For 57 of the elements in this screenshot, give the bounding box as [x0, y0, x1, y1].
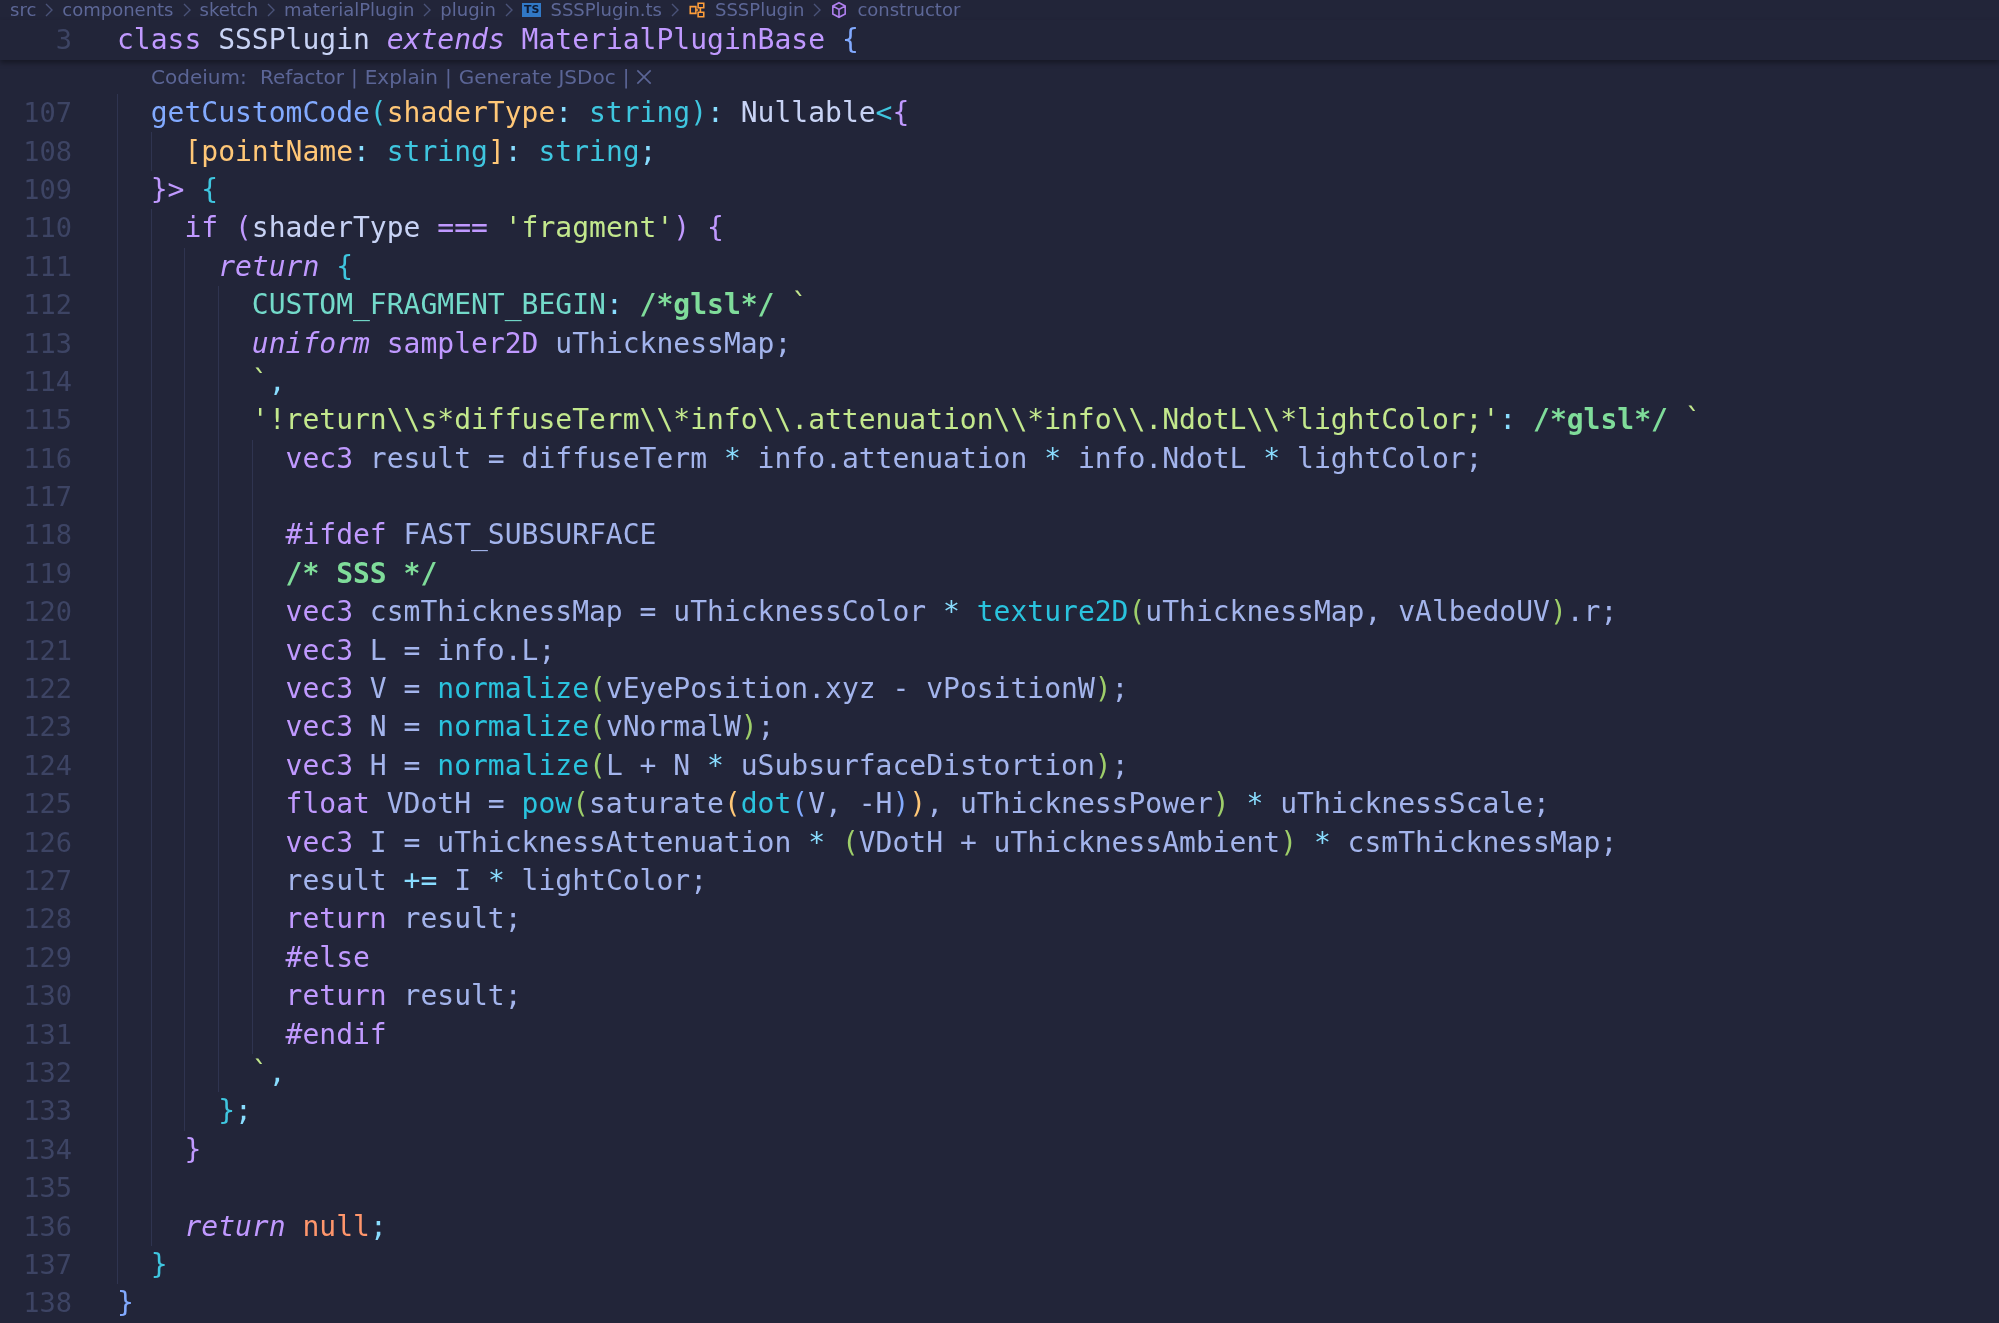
- code-line: /* SSS */: [285, 555, 438, 592]
- breadcrumb-item[interactable]: SSSPlugin.ts: [550, 0, 662, 20]
- code-line: return result;: [285, 978, 522, 1015]
- breadcrumb-item[interactable]: components: [62, 0, 174, 20]
- code-line: class SSSPlugin extends MaterialPluginBase {: [117, 22, 859, 58]
- codelens-action[interactable]: Explain: [364, 65, 438, 89]
- code-line: vec3 csmThicknessMap = uThicknessColor * texture2D(uThicknessMap, vAlbedoUV).r;: [285, 594, 1618, 631]
- code-line: `,: [251, 363, 286, 400]
- cube-icon: [830, 1, 849, 19]
- breadcrumb-item[interactable]: SSSPlugin: [715, 0, 805, 20]
- chevron-icon: [671, 3, 679, 17]
- code-line: }: [117, 1285, 134, 1322]
- code-line: float VDotH = pow(saturate(dot(V, -H)), uThicknessPower) * uThicknessScale;: [285, 786, 1550, 823]
- code-line: }> {: [150, 171, 219, 208]
- code-line: CUSTOM_FRAGMENT_BEGIN: /*glsl*/ `: [251, 287, 809, 324]
- code-line: `,: [251, 1054, 286, 1091]
- chevron-icon: [423, 3, 432, 17]
- code-line: }: [150, 1246, 168, 1283]
- codelens-label: Codeium:: [151, 65, 248, 89]
- code-line: vec3 H = normalize(L + N * uSubsurfaceDistortion);: [285, 747, 1129, 784]
- codelens-separator: |: [444, 65, 452, 89]
- code-line: };: [218, 1093, 252, 1130]
- code-line: vec3 L = info.L;: [285, 632, 556, 669]
- code-line: }: [184, 1131, 202, 1168]
- code-line: vec3 result = diffuseTerm * info.attenuation * info.NdotL * lightColor;: [285, 440, 1483, 477]
- chevron-icon: [813, 3, 822, 17]
- code-line: #ifdef FAST_SUBSURFACE: [285, 517, 657, 554]
- codelens-action[interactable]: Refactor: [260, 65, 344, 89]
- code-line: [pointName: string]: string;: [184, 133, 657, 170]
- code-line: uniform sampler2D uThicknessMap;: [251, 325, 792, 362]
- breadcrumb-item[interactable]: materialPlugin: [284, 0, 415, 20]
- code-line: return result;: [285, 901, 522, 938]
- close-icon[interactable]: [636, 69, 653, 85]
- breadcrumb-item[interactable]: plugin: [440, 0, 496, 20]
- codelens-separator: |: [350, 65, 358, 89]
- code-line: return null;: [184, 1208, 387, 1245]
- breadcrumb-item[interactable]: src: [10, 0, 37, 20]
- chevron-icon: [267, 3, 276, 17]
- breadcrumb-item[interactable]: sketch: [199, 0, 259, 20]
- chevron-icon: [182, 3, 191, 17]
- code-line: result += I * lightColor;: [285, 863, 708, 899]
- code-line: return {: [218, 248, 353, 285]
- typescript-file-icon: TS: [522, 3, 542, 17]
- class-icon: [688, 1, 706, 19]
- code-line: vec3 V = normalize(vEyePosition.xyz - vPositionW);: [285, 671, 1129, 708]
- chevron-icon: [45, 3, 54, 17]
- codelens-action[interactable]: Generate JSDoc: [458, 65, 616, 89]
- code-line: vec3 I = uThicknessAttenuation * (VDotH + uThicknessAmbient) * csmThicknessMap;: [285, 824, 1618, 861]
- code-line: getCustomCode(shaderType: string): Nullable<{: [150, 95, 910, 132]
- chevron-icon: [505, 3, 513, 17]
- code-line: if (shaderType === 'fragment') {: [184, 210, 724, 247]
- codelens-separator: |: [622, 65, 630, 89]
- breadcrumb-item[interactable]: constructor: [857, 0, 961, 20]
- code-line: '!return\\s*diffuseTerm\\*info\\.attenuation\\*info\\.NdotL\\*lightColor;': /*glsl*/ `: [251, 402, 1702, 439]
- code-line: vec3 N = normalize(vNormalW);: [285, 709, 775, 746]
- code-line: #endif: [285, 1016, 387, 1053]
- code-line: #else: [285, 939, 370, 976]
